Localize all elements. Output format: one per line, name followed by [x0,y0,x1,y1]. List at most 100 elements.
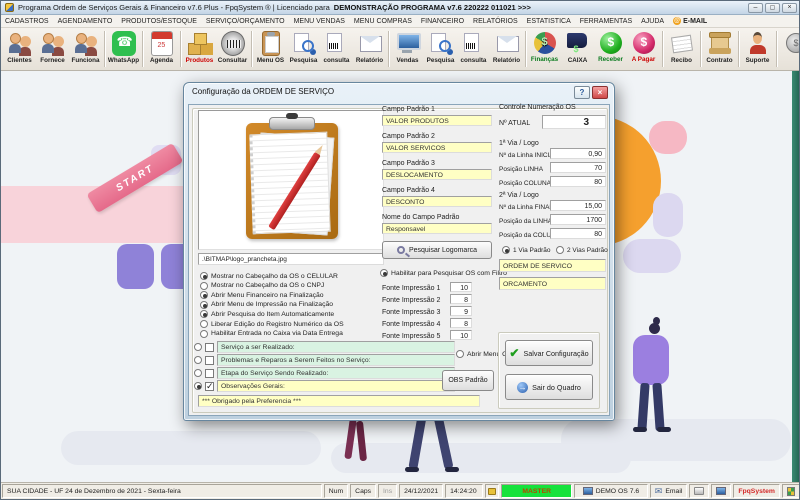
menu-relatorios[interactable]: RELATÓRIOS [473,18,518,25]
menu-vendas[interactable]: MENU VENDAS [294,18,345,25]
option-menu-financeiro[interactable]: Abrir Menu Financeiro na Finalização [200,291,324,299]
via2-row1-field[interactable]: 15,00 [550,200,606,211]
campo2-field[interactable]: VALOR SERVICOS [382,142,492,153]
checkbox-icon[interactable] [205,369,214,378]
menu-compras[interactable]: MENU COMPRAS [354,18,412,25]
via2-row3-field[interactable]: 80 [550,228,606,239]
service-field[interactable]: Problemas e Reparos a Serem Feitos no Se… [217,354,455,366]
via1-row3-field[interactable]: 80 [550,176,606,187]
radio-icon[interactable] [200,320,208,328]
via1-row2-field[interactable]: 70 [550,162,606,173]
status-email[interactable]: Email [650,484,688,498]
fonte5-field[interactable]: 10 [450,330,472,340]
radio-icon[interactable] [194,382,202,390]
num-atual-field[interactable]: 3 [542,115,606,129]
status-remote[interactable] [711,484,731,498]
option-celular[interactable]: Mostrar no Cabeçalho da OS o CELULAR [200,272,338,280]
radio-icon[interactable] [194,343,202,351]
toolbar-financas[interactable]: Finanças [528,29,561,69]
fonte1-field[interactable]: 10 [450,282,472,292]
option-pesquisa-item[interactable]: Abrir Pesquisa do Item Automaticamente [200,310,334,318]
menu-servico-orcamento[interactable]: SERVIÇO/ORÇAMENTO [206,18,285,25]
service-row-observacoes[interactable]: Observações Gerais: [194,380,455,392]
toolbar-consultar[interactable]: Consultar [216,29,249,69]
toolbar-fornecedores[interactable]: Fornece [36,29,69,69]
service-row-problemas[interactable]: Problemas e Reparos a Serem Feitos no Se… [194,354,455,366]
menu-agendamento[interactable]: AGENDAMENTO [58,18,113,25]
service-field[interactable]: Serviço a ser Realizado: [217,341,455,353]
menu-email[interactable]: E-MAIL [673,17,707,25]
toolbar-agenda[interactable]: Agenda [145,29,178,69]
service-row-etapa[interactable]: Etapa do Serviço Sendo Realizado: [194,367,455,379]
checkbox-icon[interactable] [205,343,214,352]
toolbar-a-pagar[interactable]: A Pagar [627,29,660,69]
toolbar-pesquisa-venda[interactable]: Pesquisa [424,29,457,69]
minimize-button[interactable] [748,3,763,13]
status-printer[interactable] [689,484,709,498]
dialog-close-button[interactable] [592,86,608,99]
toolbar-consulta-os[interactable]: consulta [320,29,353,69]
radio-icon[interactable] [200,301,208,309]
radio-icon[interactable] [194,356,202,364]
campo1-field[interactable]: VALOR PRODUTOS [382,115,492,126]
service-field[interactable]: Etapa do Serviço Sendo Realizado: [217,367,455,379]
toolbar-pesquisa-os[interactable]: Pesquisa [287,29,320,69]
radio-icon[interactable] [502,246,510,254]
menu-ajuda[interactable]: AJUDA [641,18,664,25]
toolbar-moeda[interactable] [779,29,800,69]
radio-icon[interactable] [200,282,208,290]
service-row-realizado[interactable]: Serviço a ser Realizado: [194,341,455,353]
campo3-field[interactable]: DESLOCAMENTO [382,169,492,180]
service-field[interactable]: Observações Gerais: [217,380,455,392]
checkbox-icon[interactable] [205,356,214,365]
toolbar-recibo[interactable]: Recibo [665,29,698,69]
fonte2-field[interactable]: 8 [450,294,472,304]
toolbar-suporte[interactable]: Suporte [741,29,774,69]
via2-row2-field[interactable]: 1700 [550,214,606,225]
toolbar-consulta-venda[interactable]: consulta [457,29,490,69]
toolbar-vendas[interactable]: Vendas [391,29,424,69]
fonte3-field[interactable]: 9 [450,306,472,316]
toolbar-menu-os[interactable]: Menu OS [254,29,287,69]
via1-padrao-radio[interactable]: 1 Via Padrão [502,246,550,254]
radio-icon[interactable] [200,272,208,280]
exit-dialog-button[interactable]: Sair do Quadro [505,374,593,400]
option-entrada-caixa[interactable]: Habilitar Entrada no Caixa via Data Entr… [200,330,343,338]
toolbar-relatorio-venda[interactable]: Relatório [490,29,523,69]
fonte4-field[interactable]: 8 [450,318,472,328]
menu-estatistica[interactable]: ESTATISTICA [527,18,571,25]
via2-padrao-radio[interactable]: 2 Vias Padrão [556,246,608,254]
obs-padrao-button[interactable]: OBS Padrão [442,370,494,391]
doc-name-field-2[interactable]: ORCAMENTO [499,277,606,290]
maximize-button[interactable] [765,3,780,13]
toolbar-funcionarios[interactable]: Funciona [69,29,102,69]
toolbar-caixa[interactable]: CAIXA [561,29,594,69]
via1-row1-field[interactable]: 0,90 [550,148,606,159]
filtro-radio[interactable]: Habilitar para Pesquisar OS com Filtro [380,269,507,277]
menu-financeiro[interactable]: FINANCEIRO [421,18,464,25]
dialog-help-button[interactable] [574,86,590,99]
checkbox-icon[interactable] [205,382,214,391]
toolbar-contrato[interactable]: Contrato [703,29,736,69]
radio-icon[interactable] [200,310,208,318]
radio-icon[interactable] [456,350,464,358]
radio-icon[interactable] [200,291,208,299]
save-config-button[interactable]: Salvar Configuração [505,340,593,366]
option-cnpj[interactable]: Mostrar no Cabeçalho da OS o CNPJ [200,282,324,290]
toolbar-produtos[interactable]: Produtos [183,29,216,69]
radio-icon[interactable] [556,246,564,254]
menu-produtos-estoque[interactable]: PRODUTOS/ESTOQUE [121,18,197,25]
radio-icon[interactable] [200,330,208,338]
option-liberar-edicao[interactable]: Liberar Edição do Registro Numérico da O… [200,320,344,328]
toolbar-clientes[interactable]: Clientes [3,29,36,69]
close-button[interactable] [782,3,797,13]
option-menu-impressao[interactable]: Abrir Menu de Impressão na Finalização [200,301,333,309]
radio-icon[interactable] [194,369,202,377]
toolbar-whatsapp[interactable]: WhatsApp [107,29,140,69]
radio-icon[interactable] [380,269,388,277]
footer-note-field[interactable]: *** Obrigado pela Preferencia *** [198,395,480,407]
toolbar-relatorio-os[interactable]: Relatório [353,29,386,69]
menu-cadastros[interactable]: CADASTROS [5,18,49,25]
nome-campo-field[interactable]: Responsavel [382,223,492,234]
toolbar-receber[interactable]: Receber [594,29,627,69]
